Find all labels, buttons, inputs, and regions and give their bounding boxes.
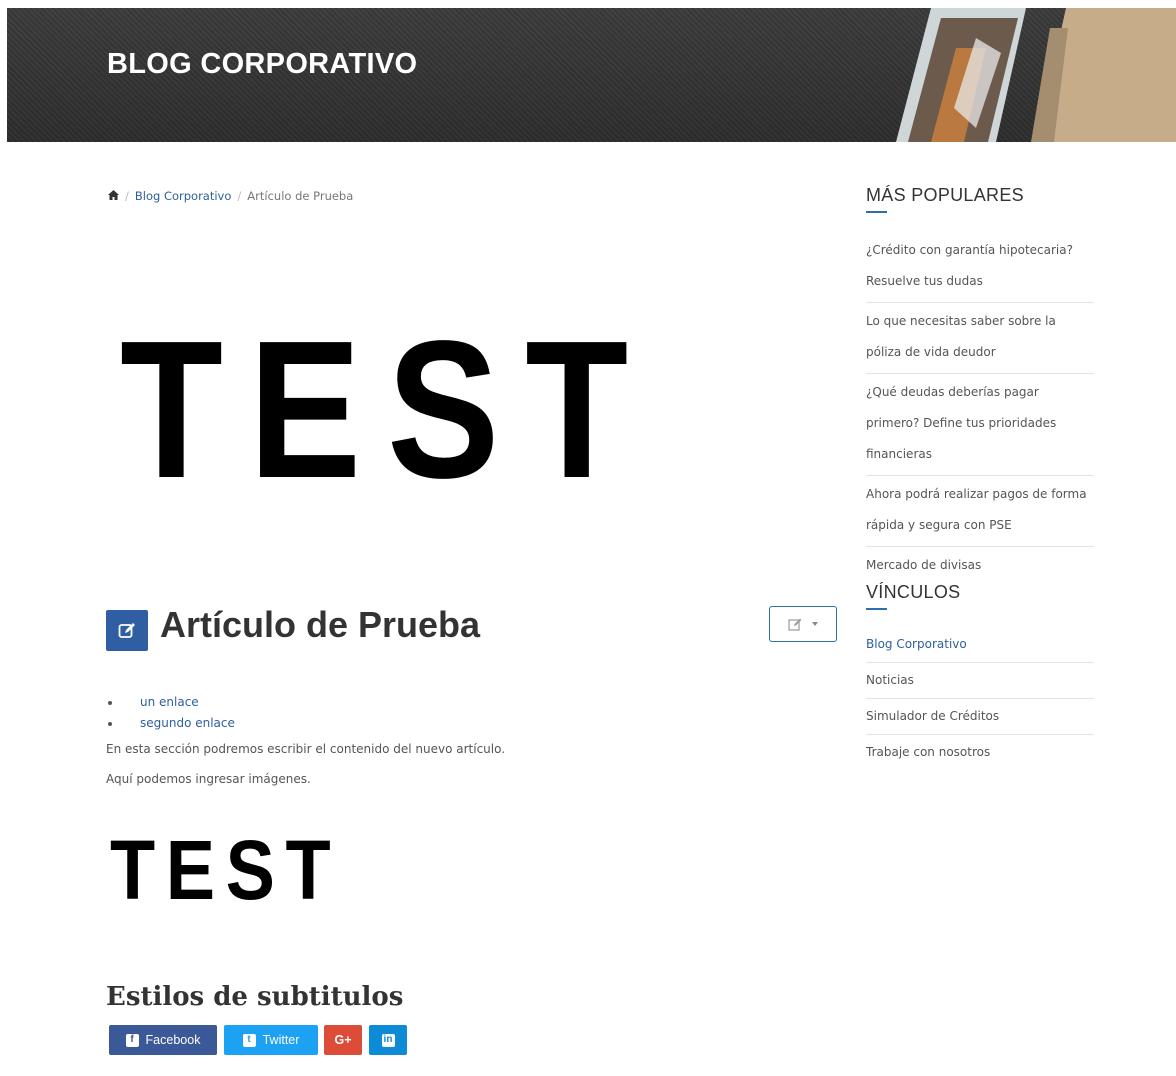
twitter-icon: t [242, 1033, 256, 1047]
article-link-list: un enlace segundo enlace [106, 692, 235, 734]
edit-icon [106, 610, 148, 651]
heading-underline [866, 211, 887, 213]
popular-heading: MÁS POPULARES [866, 185, 1024, 205]
breadcrumb-separator: / [125, 189, 129, 203]
link-un-enlace[interactable]: un enlace [140, 695, 199, 709]
article-paragraph: Aquí podemos ingresar imágenes. [106, 772, 311, 786]
magazine-decoration-image [896, 8, 1176, 142]
popular-item[interactable]: Lo que necesitas saber sobre la póliza d… [866, 303, 1094, 374]
breadcrumb-link-blog[interactable]: Blog Corporativo [135, 189, 232, 203]
featured-image-test: TEST [120, 300, 654, 519]
links-list: Blog Corporativo Noticias Simulador de C… [866, 627, 1094, 770]
inline-image-test: TEST [110, 823, 342, 917]
breadcrumb: / Blog Corporativo / Artículo de Prueba [108, 189, 353, 203]
popular-item[interactable]: Mercado de divisas [866, 547, 1094, 586]
share-facebook-label: Facebook [145, 1033, 201, 1047]
popular-item[interactable]: ¿Crédito con garantía hipotecaria? Resue… [866, 232, 1094, 303]
share-facebook-button[interactable]: f Facebook [109, 1025, 217, 1055]
links-heading: VÍNCULOS [866, 582, 961, 602]
share-twitter-label: Twitter [262, 1033, 300, 1047]
popular-item[interactable]: ¿Qué deudas deberías pagar primero? Defi… [866, 374, 1094, 476]
list-item: segundo enlace [106, 713, 235, 734]
article-title: Artículo de Prueba [160, 604, 481, 645]
share-twitter-button[interactable]: t Twitter [224, 1025, 318, 1055]
popular-list: ¿Crédito con garantía hipotecaria? Resue… [866, 232, 1094, 586]
linkedin-icon: in [381, 1033, 395, 1047]
link-segundo-enlace[interactable]: segundo enlace [140, 716, 235, 730]
breadcrumb-separator: / [237, 189, 242, 203]
blog-hero-banner: BLOG CORPORATIVO [7, 8, 1176, 142]
share-linkedin-button[interactable]: in [369, 1025, 407, 1055]
article-paragraph: En esta sección podremos escribir el con… [106, 742, 506, 756]
list-item: un enlace [106, 692, 235, 713]
edit-icon [788, 618, 802, 631]
hero-title: BLOG CORPORATIVO [107, 48, 418, 80]
sidebar-link-noticias[interactable]: Noticias [866, 663, 1094, 699]
sidebar-link-blog[interactable]: Blog Corporativo [866, 627, 1094, 663]
chevron-down-icon [812, 622, 818, 626]
popular-item[interactable]: Ahora podrá realizar pagos de forma rápi… [866, 476, 1094, 547]
article-subtitle: Estilos de subtitulos [106, 982, 404, 1012]
home-icon[interactable] [108, 189, 119, 203]
heading-underline [866, 608, 887, 610]
facebook-icon: f [125, 1033, 139, 1047]
share-googleplus-button[interactable]: G+ [324, 1025, 362, 1055]
googleplus-icon: G+ [334, 1033, 352, 1047]
edit-dropdown-button[interactable] [769, 606, 837, 642]
sidebar-link-trabaje[interactable]: Trabaje con nosotros [866, 735, 1094, 770]
breadcrumb-current: Artículo de Prueba [247, 189, 354, 203]
sidebar-link-simulador[interactable]: Simulador de Créditos [866, 699, 1094, 735]
